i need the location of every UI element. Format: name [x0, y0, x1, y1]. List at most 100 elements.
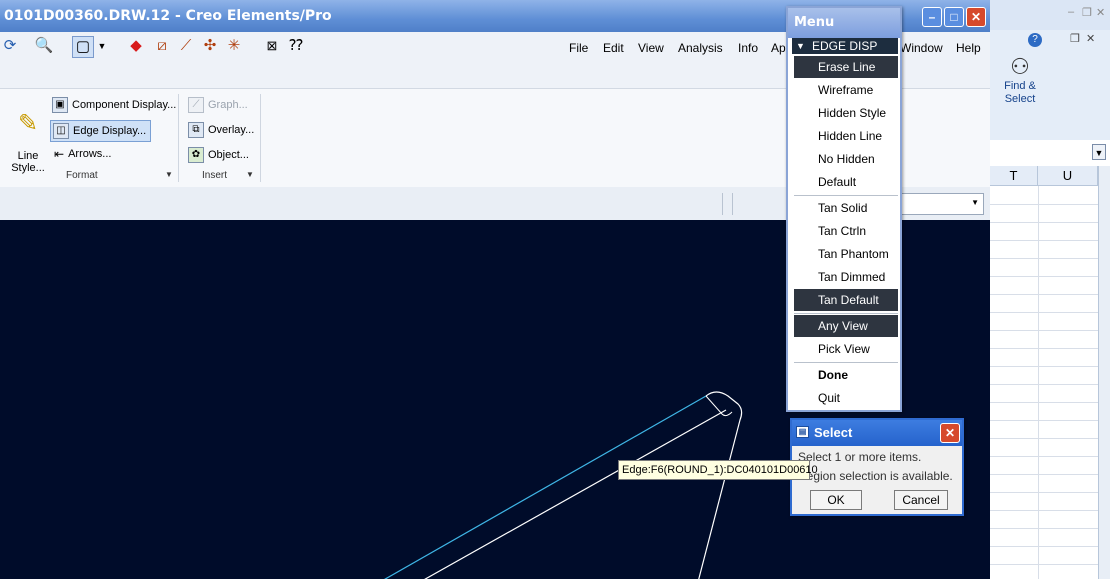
arrows-label: Arrows...: [68, 148, 112, 160]
component-display-button[interactable]: ▣ Component Display...: [52, 97, 176, 113]
excel-restore-icon[interactable]: ❐: [1082, 6, 1092, 19]
select-dialog-title: Select: [814, 425, 853, 440]
ok-button[interactable]: OK: [810, 490, 862, 510]
ribbon-restore-icon[interactable]: ❐: [1070, 32, 1080, 45]
filter-dropdown[interactable]: ▼: [898, 193, 984, 215]
menu-window[interactable]: Window: [900, 41, 943, 55]
ribbon-close-icon[interactable]: ✕: [1086, 32, 1095, 45]
column-header-t[interactable]: T: [990, 166, 1038, 186]
menu-item-wireframe[interactable]: Wireframe: [794, 79, 898, 101]
find-select-button[interactable]: ⚇ Find & Select: [996, 54, 1044, 106]
menu-applications[interactable]: Ap: [771, 41, 786, 55]
object-icon: ✿: [188, 147, 204, 163]
datum-icon[interactable]: ◆: [126, 36, 146, 56]
menu-item-erase-line[interactable]: Erase Line: [794, 56, 898, 78]
excel-grid[interactable]: T U: [990, 166, 1110, 579]
menu-edit[interactable]: Edit: [603, 41, 624, 55]
plane-icon[interactable]: ⧄: [152, 36, 172, 56]
chevron-down-icon[interactable]: ▼: [92, 36, 112, 56]
overlay-button[interactable]: ⧉ Overlay...: [188, 122, 254, 138]
close-icon[interactable]: ✕: [966, 7, 986, 27]
menu-item-quit[interactable]: Quit: [794, 387, 898, 409]
menu-view[interactable]: View: [638, 41, 664, 55]
component-icon: ▣: [52, 97, 68, 113]
help-icon[interactable]: ?: [1028, 33, 1042, 47]
row-gridline: [990, 240, 1098, 241]
menu-manager-title: Menu Manager: [788, 8, 900, 60]
excel-minimize-icon[interactable]: –: [1068, 6, 1074, 18]
help-pointer-icon[interactable]: ⁇: [286, 36, 306, 56]
menu-manager-header[interactable]: ▼ EDGE DISP: [792, 38, 898, 54]
menu-separator: [794, 313, 898, 314]
object-button[interactable]: ✿ Object...: [188, 147, 249, 163]
row-gridline: [990, 438, 1098, 439]
excel-close-icon[interactable]: ✕: [1096, 6, 1105, 19]
menu-item-hidden-style[interactable]: Hidden Style: [794, 102, 898, 124]
menu-item-tan-ctrln[interactable]: Tan Ctrln: [794, 220, 898, 242]
menu-item-tan-solid[interactable]: Tan Solid: [794, 197, 898, 219]
menu-item-tan-dimmed[interactable]: Tan Dimmed: [794, 266, 898, 288]
graph-icon: ⟋: [188, 97, 204, 113]
menu-analysis[interactable]: Analysis: [678, 41, 723, 55]
dialog-icon: ▤: [796, 426, 809, 438]
zoom-icon[interactable]: 🔍: [34, 36, 54, 56]
row-gridline: [990, 420, 1098, 421]
ribbon-separator: [260, 94, 261, 182]
select-dialog-title-bar: ▤ Select: [792, 420, 962, 446]
menu-item-pick-view[interactable]: Pick View: [794, 338, 898, 360]
edge-icon: ◫: [53, 123, 69, 139]
axis-icon[interactable]: ⟋: [176, 36, 196, 56]
menu-manager: Menu Manager ▼ EDGE DISP Erase LineWiref…: [786, 6, 902, 412]
maximize-icon[interactable]: □: [944, 7, 964, 27]
insert-group-expand-icon[interactable]: ▼: [246, 170, 254, 179]
point-icon[interactable]: ✣: [200, 36, 220, 56]
menu-item-any-view[interactable]: Any View: [794, 315, 898, 337]
close-window-icon[interactable]: ⊠: [262, 36, 282, 56]
chevron-down-icon: ▼: [971, 198, 979, 207]
highlighted-edge[interactable]: [380, 395, 707, 579]
close-icon[interactable]: ✕: [940, 423, 960, 443]
edge-display-button[interactable]: ◫ Edge Display...: [50, 120, 152, 142]
line-style-button[interactable]: ✎ Line Style...: [10, 98, 46, 174]
column-header-u[interactable]: U: [1038, 166, 1098, 186]
graph-label: Graph...: [208, 99, 248, 111]
row-gridline: [990, 276, 1098, 277]
row-gridline: [990, 456, 1098, 457]
cancel-button[interactable]: Cancel: [894, 490, 948, 510]
row-gridline: [990, 312, 1098, 313]
arrows-icon: ⇤: [54, 147, 65, 161]
row-gridline: [990, 384, 1098, 385]
menu-file[interactable]: File: [569, 41, 588, 55]
format-group-expand-icon[interactable]: ▼: [165, 170, 173, 179]
menu-item-done[interactable]: Done: [794, 364, 898, 386]
excel-title-bar: – ❐ ✕: [990, 0, 1110, 30]
arrows-button[interactable]: ⇤ Arrows...: [54, 147, 111, 161]
menu-info[interactable]: Info: [738, 41, 758, 55]
excel-formula-bar[interactable]: ▼: [990, 140, 1110, 167]
menu-item-default[interactable]: Default: [794, 171, 898, 193]
menu-item-tan-phantom[interactable]: Tan Phantom: [794, 243, 898, 265]
row-gridline: [990, 222, 1098, 223]
graph-button[interactable]: ⟋ Graph...: [188, 97, 248, 113]
edge-display-label: Edge Display...: [73, 125, 147, 137]
menu-item-tan-default[interactable]: Tan Default: [794, 289, 898, 311]
model-edge: [424, 409, 727, 579]
column-gridline: [1038, 186, 1039, 579]
edge-disp-label: EDGE DISP: [812, 39, 878, 53]
expand-formula-icon[interactable]: ▼: [1092, 144, 1106, 160]
strip-separator: [732, 193, 733, 215]
excel-scrollbar[interactable]: [1098, 166, 1110, 579]
menu-help[interactable]: Help: [956, 41, 981, 55]
row-gridline: [990, 330, 1098, 331]
minimize-icon[interactable]: –: [922, 7, 942, 27]
edge-tooltip: Edge:F6(ROUND_1):DC040101D00610: [618, 460, 818, 480]
display-style-icon[interactable]: ▢: [72, 36, 94, 58]
menu-separator: [794, 195, 898, 196]
menu-item-no-hidden[interactable]: No Hidden: [794, 148, 898, 170]
region-selection-note: Region selection is available.: [798, 469, 953, 483]
csys-icon[interactable]: ✳: [224, 36, 244, 56]
refresh-icon[interactable]: ⟳: [0, 36, 20, 56]
menu-item-hidden-line[interactable]: Hidden Line: [794, 125, 898, 147]
row-gridline: [990, 546, 1098, 547]
select-instruction: Select 1 or more items.: [798, 450, 922, 464]
